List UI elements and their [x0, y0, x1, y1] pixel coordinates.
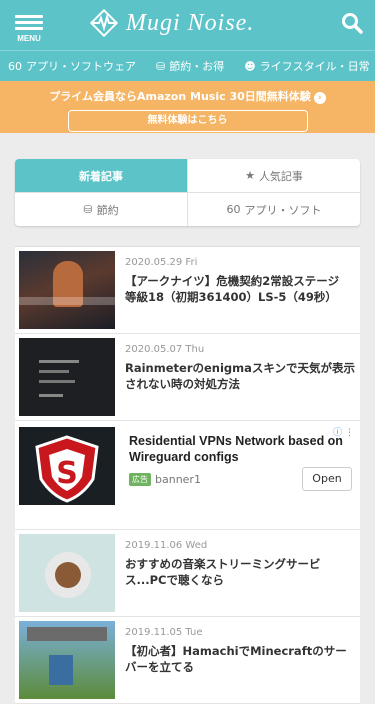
promo-text-row[interactable]: プライム会員ならAmazon Music 30日間無料体験 ›: [0, 88, 375, 104]
svg-text:S: S: [56, 456, 78, 491]
shield-logo-icon: S: [35, 435, 99, 503]
tab-apps[interactable]: 60 アプリ・ソフト: [187, 193, 360, 226]
article-title[interactable]: おすすめの音楽ストリーミングサービス...PCで聴くなら: [125, 556, 356, 588]
article-thumbnail: [19, 338, 115, 416]
menu-button[interactable]: MENU: [12, 12, 46, 43]
list-item[interactable]: 2020.05.07 Thu Rainmeterのenigmaスキンで天気が表示…: [15, 334, 360, 421]
list-item[interactable]: 2019.11.05 Tue 【初心者】HamachiでMinecraftのサー…: [15, 617, 360, 704]
article-date: 2020.05.07 Thu: [125, 344, 205, 355]
tab-new[interactable]: 新着記事: [15, 159, 187, 192]
article-tabs: 新着記事 ★ 人気記事 ⛁ 節約 60 アプリ・ソフト: [15, 159, 360, 226]
category-label: アプリ・ソフトウェア: [26, 60, 136, 73]
ad-title[interactable]: Residential VPNs Network based on Wiregu…: [129, 433, 356, 465]
tab-label: 人気記事: [258, 169, 303, 183]
article-list: 2020.05.29 Fri 【アークナイツ】危機契約2常設ステージ 等級18（…: [15, 246, 360, 704]
glasses-icon: 60: [226, 203, 241, 216]
promo-button[interactable]: 無料体験はこちら: [67, 110, 308, 132]
tab-savings[interactable]: ⛁ 節約: [15, 193, 187, 226]
tab-label: アプリ・ソフト: [244, 203, 322, 217]
tab-popular[interactable]: ★ 人気記事: [187, 159, 360, 192]
ad-open-button[interactable]: Open: [302, 467, 352, 491]
hamburger-icon: [12, 15, 46, 30]
chevron-right-icon: ›: [313, 92, 326, 104]
coins-icon: ⛁: [156, 59, 166, 73]
coins-icon: ⛁: [83, 203, 93, 216]
logo-diamond-icon: [90, 9, 118, 37]
article-thumbnail: [19, 534, 115, 612]
smile-icon: ☻: [244, 59, 256, 73]
header: MENU Mugi Noise.: [0, 0, 375, 50]
article-date: 2019.11.05 Tue: [125, 627, 203, 638]
article-title[interactable]: 【初心者】HamachiでMinecraftのサーバーを立てる: [125, 643, 356, 675]
site-logo[interactable]: Mugi Noise.: [90, 9, 254, 37]
promo-text: プライム会員ならAmazon Music 30日間無料体験: [49, 90, 311, 103]
category-label: ライフスタイル・日常: [259, 60, 370, 73]
category-lifestyle[interactable]: ☻ ライフスタイル・日常: [244, 58, 369, 74]
article-title[interactable]: Rainmeterのenigmaスキンで天気が表示されない時の対処方法: [125, 360, 356, 392]
tab-label: 新着記事: [79, 169, 123, 183]
ad-info-icon[interactable]: ⓘ ⋮: [333, 425, 354, 438]
ad-unit[interactable]: S Residential VPNs Network based on Wire…: [15, 421, 360, 530]
star-icon: ★: [245, 169, 255, 182]
article-date: 2019.11.06 Wed: [125, 540, 208, 551]
promo-banner: プライム会員ならAmazon Music 30日間無料体験 › 無料体験はこちら: [0, 81, 375, 133]
search-icon[interactable]: [341, 12, 363, 34]
category-label: 節約・お得: [169, 60, 225, 73]
list-item[interactable]: 2020.05.29 Fri 【アークナイツ】危機契約2常設ステージ 等級18（…: [15, 247, 360, 334]
menu-label: MENU: [17, 34, 41, 43]
glasses-icon: 60: [8, 59, 22, 73]
category-savings[interactable]: ⛁ 節約・お得: [156, 58, 224, 74]
ad-sponsor: banner1: [155, 473, 201, 486]
category-apps[interactable]: 60 アプリ・ソフトウェア: [8, 58, 136, 74]
tab-label: 節約: [96, 203, 119, 217]
category-nav: 60アプリ・ソフトウェア ⛁節約・お得 ☻ライフスタイル・日常 ▭: [0, 50, 375, 81]
ad-image: S: [19, 427, 115, 505]
site-name: Mugi Noise.: [126, 9, 255, 36]
article-thumbnail: [19, 251, 115, 329]
list-item[interactable]: 2019.11.06 Wed おすすめの音楽ストリーミングサービス...PCで聴…: [15, 530, 360, 617]
article-thumbnail: [19, 621, 115, 699]
ad-badge: 広告: [129, 473, 151, 486]
article-date: 2020.05.29 Fri: [125, 257, 198, 268]
article-title[interactable]: 【アークナイツ】危機契約2常設ステージ 等級18（初期361400）LS-5（4…: [125, 273, 356, 305]
